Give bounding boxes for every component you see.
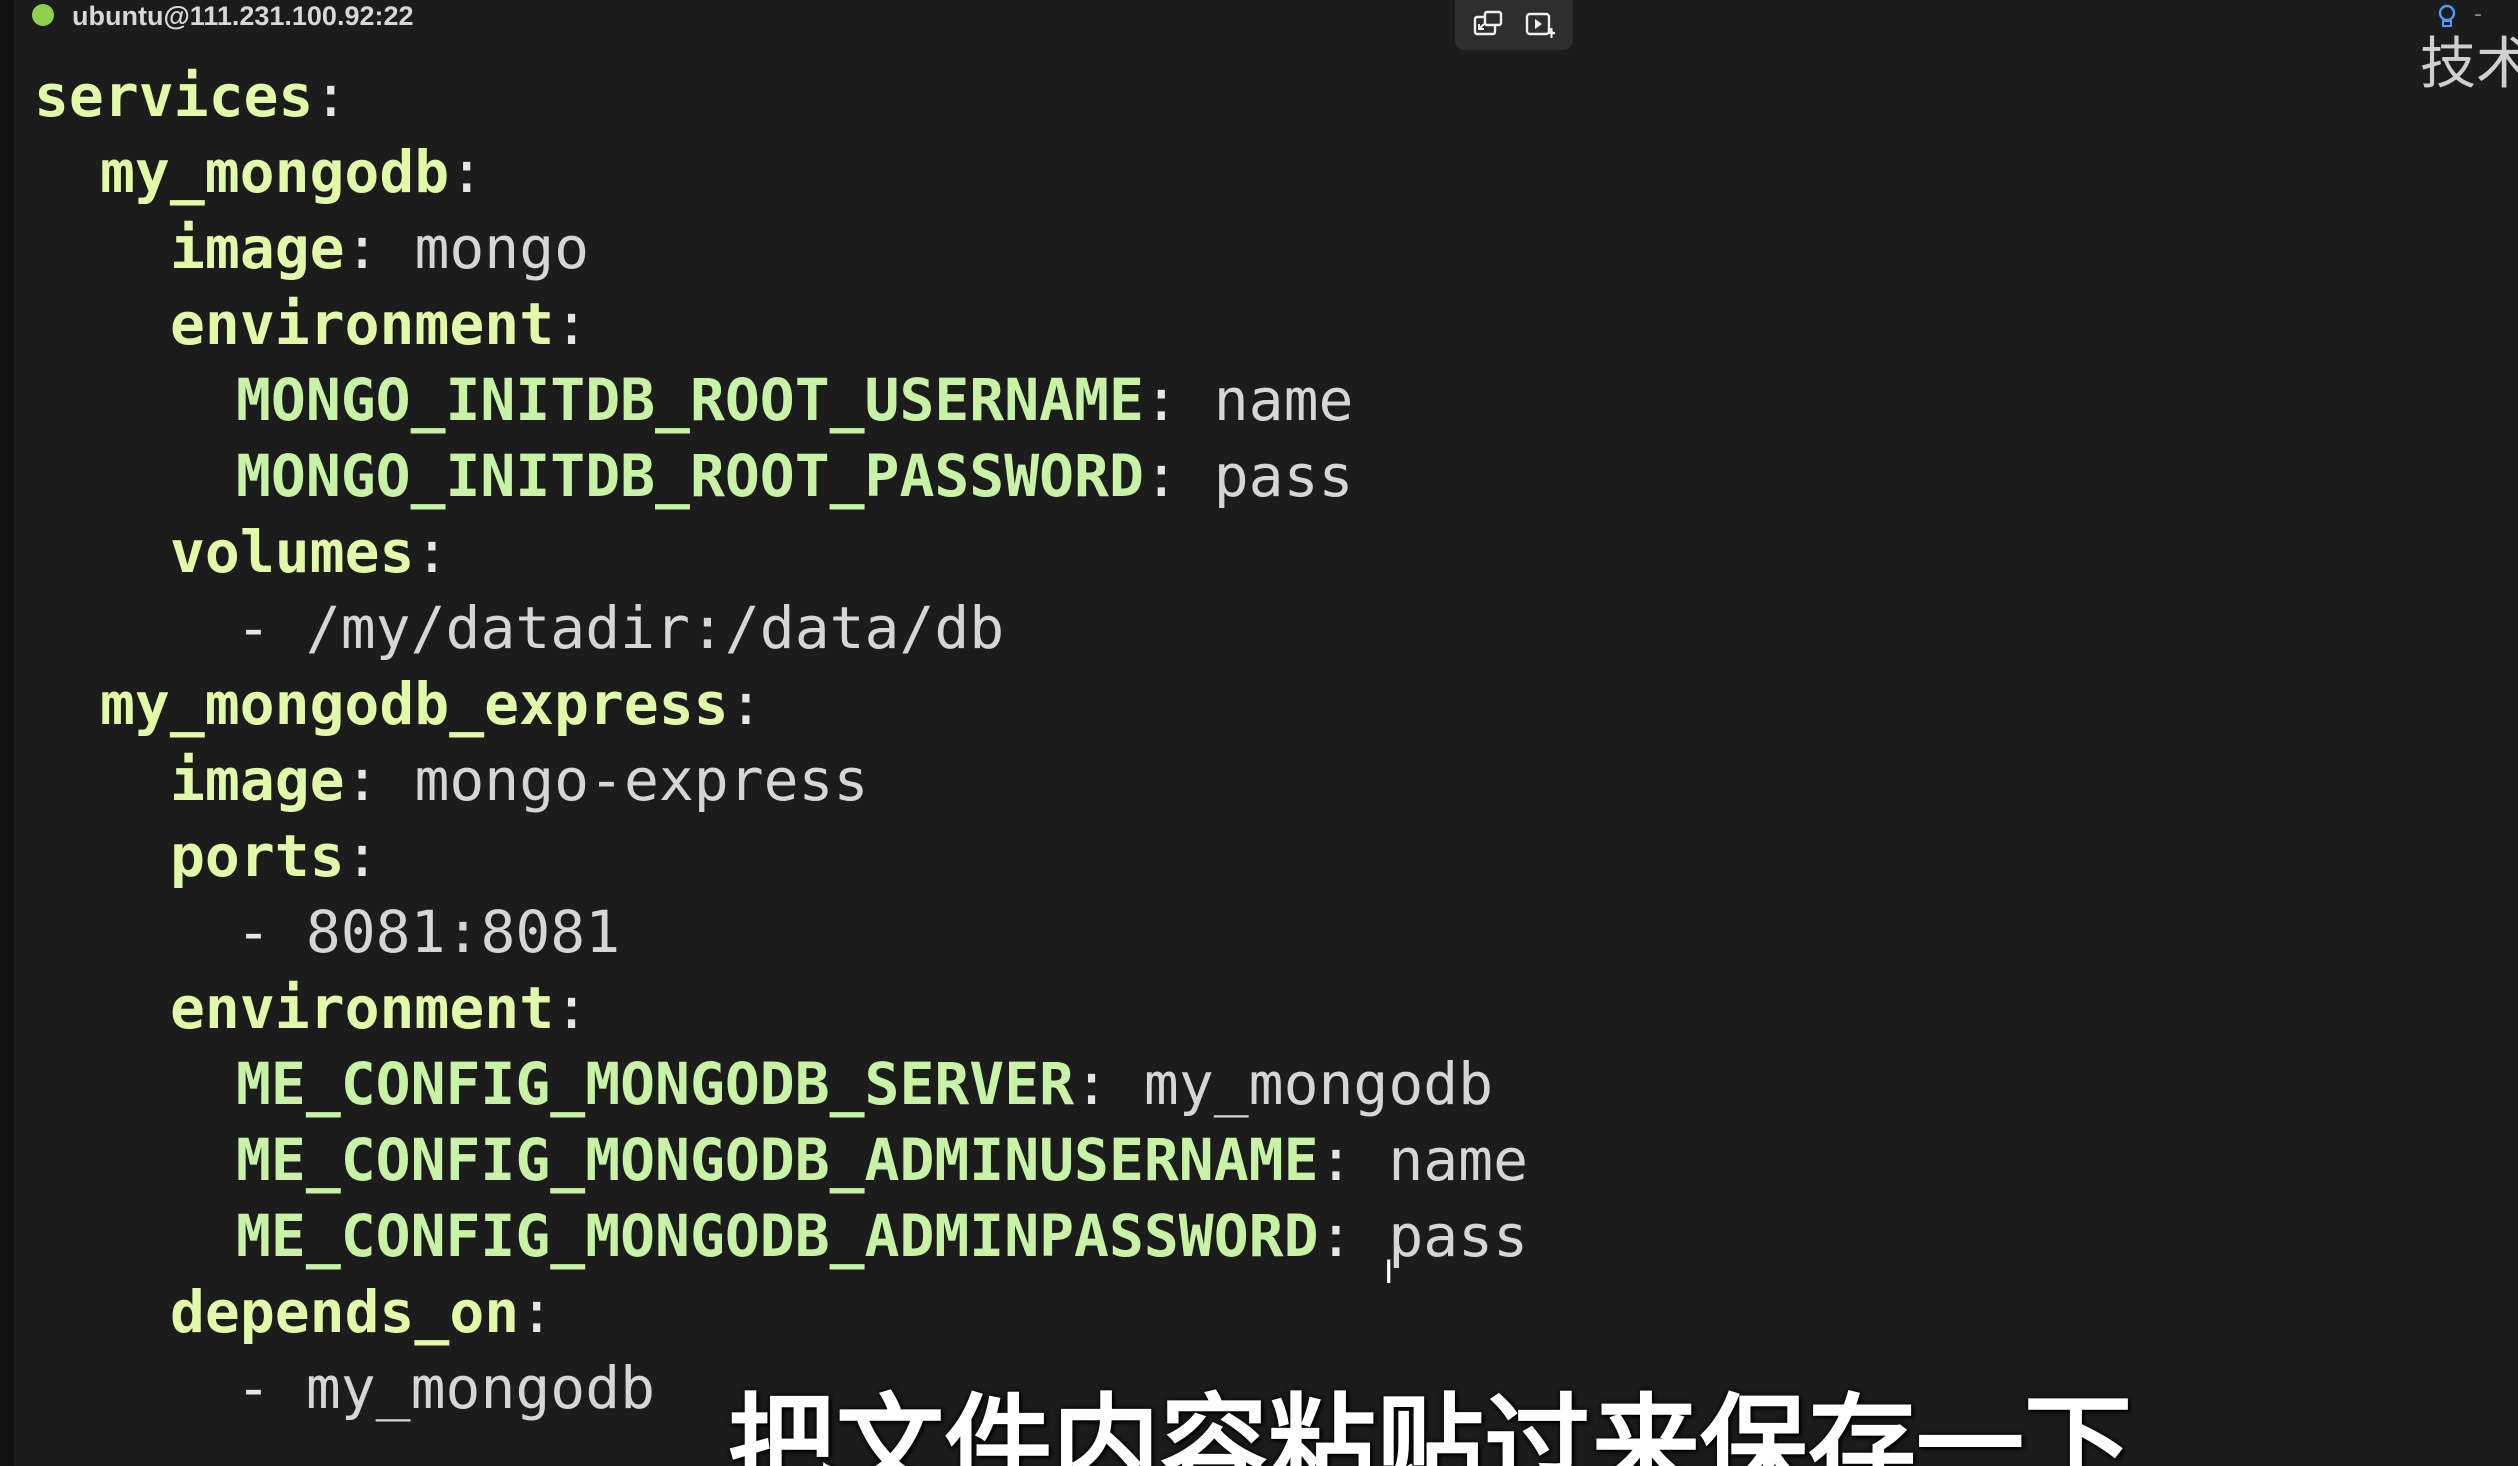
yaml-value: pass	[1213, 442, 1354, 510]
code-line[interactable]: environment:	[170, 970, 589, 1046]
yaml-colon: :	[1143, 442, 1214, 510]
yaml-key: ME_CONFIG_MONGODB_ADMINPASSWORD	[236, 1202, 1319, 1270]
yaml-colon: :	[313, 62, 349, 130]
yaml-colon: :	[554, 974, 590, 1042]
yaml-colon: :	[344, 822, 380, 890]
list-dash: -	[236, 1354, 306, 1422]
code-line[interactable]: services:	[34, 58, 348, 134]
code-line[interactable]: depends_on:	[170, 1274, 554, 1350]
code-line[interactable]: - 8081:8081	[236, 894, 620, 970]
yaml-colon: :	[1318, 1202, 1389, 1270]
yaml-key: my_mongodb_express	[100, 670, 729, 738]
code-line[interactable]: image: mongo	[170, 210, 589, 286]
yaml-colon: :	[1318, 1126, 1389, 1194]
yaml-colon: :	[1143, 366, 1214, 434]
code-line[interactable]: environment:	[170, 286, 589, 362]
code-line[interactable]: MONGO_INITDB_ROOT_USERNAME: name	[236, 362, 1353, 438]
yaml-value: my_mongodb	[305, 1354, 656, 1422]
code-line[interactable]: ME_CONFIG_MONGODB_ADMINUSERNAME: name	[236, 1122, 1528, 1198]
yaml-key: ME_CONFIG_MONGODB_ADMINUSERNAME	[236, 1126, 1319, 1194]
yaml-key: ports	[170, 822, 345, 890]
yaml-key: ME_CONFIG_MONGODB_SERVER	[236, 1050, 1075, 1118]
yaml-value: my_mongodb	[1143, 1050, 1494, 1118]
yaml-key: image	[170, 214, 345, 282]
code-line[interactable]: image: mongo-express	[170, 742, 868, 818]
yaml-value: mongo	[414, 214, 590, 282]
list-dash: -	[236, 898, 306, 966]
code-line[interactable]: volumes:	[170, 514, 449, 590]
yaml-value: pass	[1388, 1202, 1529, 1270]
yaml-key: services	[34, 62, 314, 130]
yaml-value: name	[1388, 1126, 1529, 1194]
yaml-colon: :	[344, 746, 415, 814]
terminal-window: ubuntu@111.231.100.92:22 - 技术 services: m…	[0, 0, 2518, 1466]
code-line[interactable]: ME_CONFIG_MONGODB_ADMINPASSWORD: pass	[236, 1198, 1528, 1274]
yaml-key: depends_on	[170, 1278, 520, 1346]
code-line[interactable]: - /my/datadir:/data/db	[236, 590, 1004, 666]
yaml-key: image	[170, 746, 345, 814]
yaml-colon: :	[728, 670, 764, 738]
yaml-colon: :	[344, 214, 415, 282]
code-line[interactable]: MONGO_INITDB_ROOT_PASSWORD: pass	[236, 438, 1353, 514]
code-line[interactable]: my_mongodb:	[100, 134, 484, 210]
video-subtitle: 把文件内容粘贴过来保存一下	[728, 1384, 2133, 1466]
yaml-key: environment	[170, 974, 555, 1042]
yaml-key: my_mongodb	[100, 138, 450, 206]
yaml-key: MONGO_INITDB_ROOT_PASSWORD	[236, 442, 1144, 510]
yaml-colon: :	[414, 518, 450, 586]
yaml-colon: :	[1074, 1050, 1144, 1118]
yaml-value: mongo-express	[414, 746, 869, 814]
yaml-colon: :	[449, 138, 485, 206]
yaml-colon: :	[554, 290, 590, 358]
text-cursor-icon: I	[1384, 1253, 1394, 1291]
yaml-editor[interactable]: services: my_mongodb: image: mongo environm…	[0, 0, 2518, 1466]
code-line[interactable]: my_mongodb_express:	[100, 666, 763, 742]
yaml-value: 8081:8081	[305, 898, 621, 966]
code-line[interactable]: ME_CONFIG_MONGODB_SERVER: my_mongodb	[236, 1046, 1493, 1122]
yaml-value: /my/datadir:/data/db	[305, 594, 1005, 662]
yaml-colon: :	[519, 1278, 555, 1346]
yaml-key: volumes	[170, 518, 415, 586]
yaml-value: name	[1213, 366, 1354, 434]
list-dash: -	[236, 594, 306, 662]
code-line[interactable]: ports:	[170, 818, 380, 894]
yaml-key: MONGO_INITDB_ROOT_USERNAME	[236, 366, 1144, 434]
code-line[interactable]: - my_mongodb	[236, 1350, 655, 1426]
yaml-key: environment	[170, 290, 555, 358]
